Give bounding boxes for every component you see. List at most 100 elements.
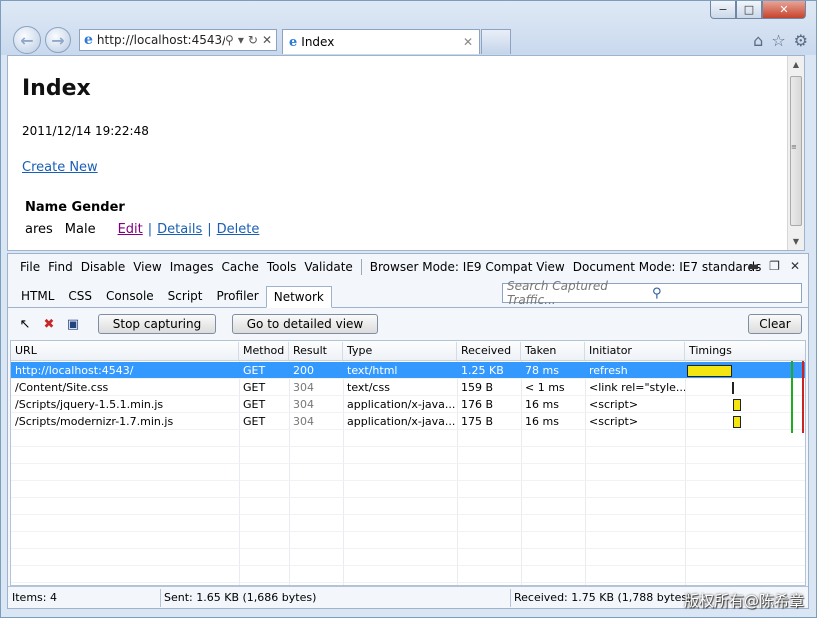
cell-received: 1.25 KB [461, 364, 504, 377]
row-divider [11, 565, 805, 566]
menu-find[interactable]: Find [44, 260, 77, 274]
details-link[interactable]: Details [157, 222, 202, 237]
browser-window: − □ ✕ ← → e http://localhost:4543/ ⚲ ▾ ↻… [0, 0, 817, 618]
back-arrow-icon: ← [20, 30, 34, 50]
table-row[interactable]: /Content/Site.css GET 304 text/css 159 B < 1 … [11, 379, 805, 396]
ie-logo-icon: e [84, 32, 93, 48]
dom-content-loaded-line [791, 361, 793, 433]
cell-taken: < 1 ms [525, 381, 565, 394]
clear-cache-icon[interactable]: ✖ [40, 315, 58, 333]
tab-script[interactable]: Script [161, 285, 210, 307]
cell-type: application/x-java... [347, 415, 456, 428]
stop-capturing-button[interactable]: Stop capturing [98, 314, 216, 334]
tab-css[interactable]: CSS [61, 285, 99, 307]
page-date: 2011/12/14 19:22:48 [22, 124, 149, 138]
tab-console[interactable]: Console [99, 285, 161, 307]
cell-result: 304 [293, 398, 314, 411]
scroll-up-icon[interactable]: ▲ [788, 56, 804, 73]
col-type[interactable]: Type [343, 342, 457, 360]
search-icon[interactable]: ⚲ [225, 33, 234, 47]
row-divider [11, 480, 805, 481]
cell-method: GET [243, 398, 266, 411]
row-divider [11, 548, 805, 549]
col-initiator[interactable]: Initiator [585, 342, 685, 360]
back-button[interactable]: ← [13, 26, 41, 54]
cell-initiator: <script> [589, 398, 639, 411]
tab-network[interactable]: Network [265, 286, 332, 308]
watermark: 版权所有@陈希章 [683, 592, 804, 610]
cell-received: 176 B [461, 398, 494, 411]
status-items: Items: 4 [12, 591, 57, 604]
devtools-close-icon[interactable]: ✕ [790, 259, 800, 273]
table-row[interactable]: http://localhost:4543/GET 200 text/html 1.2… [11, 362, 805, 379]
col-received[interactable]: Received [457, 342, 521, 360]
search-icon[interactable]: ⚲ [652, 286, 801, 301]
scroll-down-icon[interactable]: ▼ [788, 233, 804, 250]
tab-title: Index [301, 35, 335, 49]
network-toolbar: ↖ ✖ ▣ Stop capturing Go to detailed view… [8, 310, 808, 338]
network-table: URL Method Result Type Received Taken In… [10, 340, 806, 586]
tab-html[interactable]: HTML [14, 285, 61, 307]
address-text[interactable]: http://localhost:4543/ [97, 33, 225, 47]
stop-icon[interactable]: ✕ [262, 33, 272, 47]
create-new-link[interactable]: Create New [22, 160, 98, 175]
browser-mode-menu[interactable]: Browser Mode: IE9 Compat View [366, 260, 569, 274]
edit-link[interactable]: Edit [118, 222, 143, 237]
table-row[interactable]: /Scripts/modernizr-1.7.min.js GET 304 appli… [11, 413, 805, 430]
dropdown-icon[interactable]: ▾ [238, 33, 244, 47]
browser-chrome: − □ ✕ ← → e http://localhost:4543/ ⚲ ▾ ↻… [1, 1, 816, 55]
forward-button[interactable]: → [45, 27, 71, 53]
document-mode-menu[interactable]: Document Mode: IE7 standards [569, 260, 766, 274]
refresh-icon[interactable]: ↻ [248, 33, 258, 47]
search-traffic-input[interactable]: Search Captured Traffic... ⚲ [502, 279, 802, 307]
menu-validate[interactable]: Validate [300, 260, 356, 274]
row-divider [11, 531, 805, 532]
detailed-view-button[interactable]: Go to detailed view [232, 314, 378, 334]
maximize-button[interactable]: □ [736, 1, 762, 19]
col-result[interactable]: Result [289, 342, 343, 360]
cell-type: text/css [347, 381, 390, 394]
menu-images[interactable]: Images [166, 260, 218, 274]
table-row[interactable]: /Scripts/jquery-1.5.1.min.js GET 304 applic… [11, 396, 805, 413]
row-divider [11, 446, 805, 447]
ie-logo-icon: e [289, 34, 298, 50]
home-icon[interactable]: ⌂ [753, 31, 763, 50]
new-tab-button[interactable] [481, 29, 511, 54]
devtools-undock-icon[interactable]: ❐ [769, 259, 780, 273]
gear-icon[interactable]: ⚙ [794, 31, 808, 50]
scroll-thumb[interactable] [790, 76, 802, 226]
search-placeholder: Search Captured Traffic... [507, 279, 608, 307]
cell-url: http://localhost:4543/ [15, 364, 134, 377]
cell-name: ares [25, 222, 53, 237]
tab-profiler[interactable]: Profiler [209, 285, 265, 307]
menu-tools[interactable]: Tools [263, 260, 301, 274]
col-timings[interactable]: Timings [685, 342, 805, 360]
address-bar[interactable]: e http://localhost:4543/ ⚲ ▾ ↻ ✕ [79, 29, 277, 51]
close-button[interactable]: ✕ [762, 1, 806, 19]
cell-initiator: refresh [589, 364, 628, 377]
col-taken[interactable]: Taken [521, 342, 585, 360]
status-received: Received: 1.75 KB (1,788 bytes) [514, 591, 692, 604]
col-method[interactable]: Method [239, 342, 289, 360]
tab-index[interactable]: e Index ✕ [282, 29, 480, 54]
save-icon[interactable]: ▣ [64, 315, 82, 333]
tab-close-icon[interactable]: ✕ [463, 35, 479, 49]
menu-cache[interactable]: Cache [218, 260, 263, 274]
row-divider [11, 514, 805, 515]
menu-disable[interactable]: Disable [77, 260, 130, 274]
cell-url: /Scripts/jquery-1.5.1.min.js [15, 398, 164, 411]
delete-link[interactable]: Delete [217, 222, 260, 237]
page-scrollbar[interactable]: ▲ ≡ ▼ [787, 56, 804, 250]
cell-method: GET [243, 415, 266, 428]
clear-button[interactable]: Clear [748, 314, 802, 334]
favorites-star-icon[interactable]: ☆ [771, 31, 785, 50]
scroll-grip-icon: ≡ [791, 143, 797, 151]
minimize-button[interactable]: − [710, 1, 736, 19]
col-url[interactable]: URL [11, 342, 239, 360]
cell-gender: Male [64, 222, 96, 237]
timing-bar [732, 399, 742, 411]
select-element-cursor-icon[interactable]: ↖ [16, 315, 34, 333]
devtools-minimize-icon[interactable]: ▬ [748, 259, 759, 273]
menu-file[interactable]: File [16, 260, 44, 274]
menu-view[interactable]: View [129, 260, 165, 274]
